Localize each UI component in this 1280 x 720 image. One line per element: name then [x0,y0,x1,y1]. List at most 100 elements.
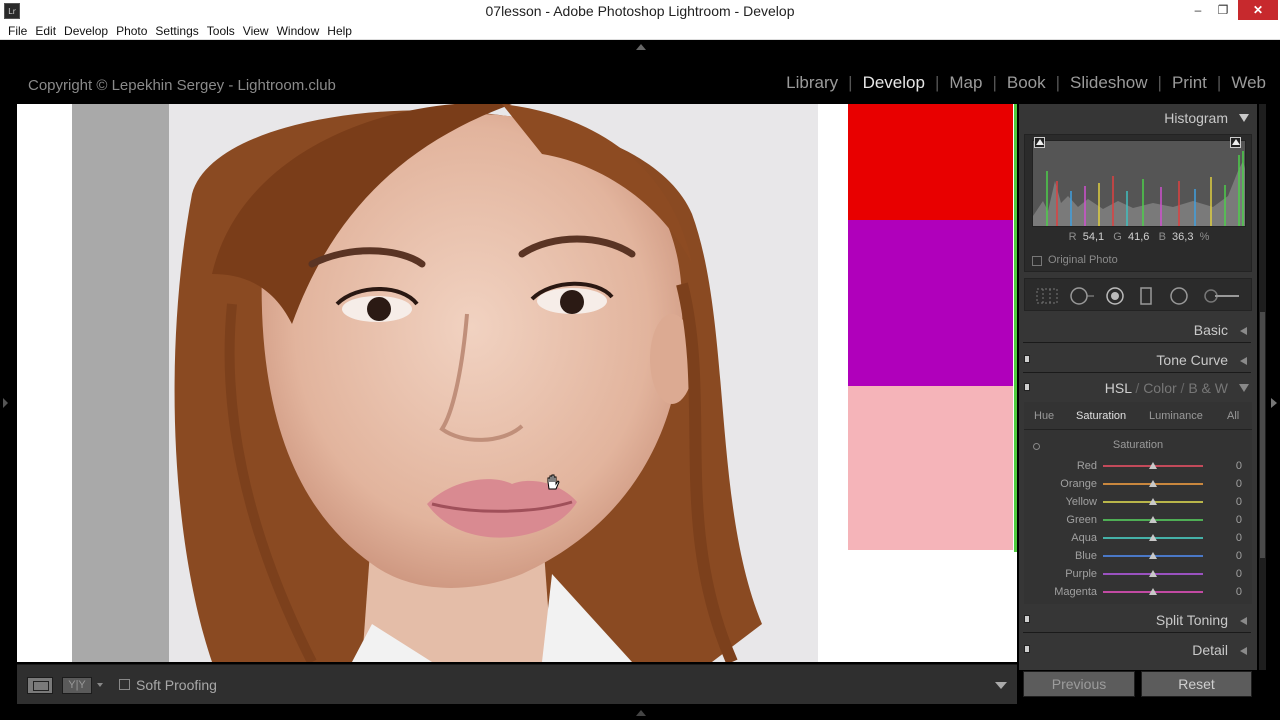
tone-curve-panel-header[interactable]: Tone Curve [1019,346,1257,374]
spot-removal-icon[interactable] [1069,287,1097,305]
module-develop[interactable]: Develop [863,73,925,92]
hsl-tab-label[interactable]: HSL [1105,380,1132,396]
menu-window[interactable]: Window [273,22,324,38]
slider-knob-icon[interactable] [1149,498,1157,505]
module-print[interactable]: Print [1172,73,1207,92]
detail-panel-header[interactable]: Detail [1019,636,1257,664]
module-library[interactable]: Library [786,73,838,92]
slider-knob-icon[interactable] [1149,462,1157,469]
tab-all[interactable]: All [1227,410,1239,422]
right-panel: Histogram R 54,1 G 41,6 B 36,3 % Origina… [1019,104,1257,670]
panel-divider [1023,632,1251,633]
crop-overlay-icon[interactable] [1035,287,1059,305]
reset-button[interactable]: Reset [1141,671,1252,697]
shadow-clipping-icon[interactable] [1034,137,1045,148]
slider-row-aqua: Aqua 0 [1071,532,1242,544]
rgb-readout: R 54,1 G 41,6 B 36,3 % [1068,231,1210,243]
expand-triangle-icon[interactable] [1240,647,1247,655]
toolbar-content-menu-icon[interactable] [995,682,1007,689]
hsl-color-bw-title: HSL / Color / B & W [1104,380,1228,396]
slider-knob-icon[interactable] [1149,552,1157,559]
radial-filter-icon[interactable] [1169,287,1189,305]
bottom-toolbar: Y|Y Soft Proofing [17,664,1017,704]
menu-photo[interactable]: Photo [112,22,151,38]
module-slideshow[interactable]: Slideshow [1070,73,1148,92]
histogram-title: Histogram [1164,110,1228,126]
expand-triangle-icon[interactable] [1240,357,1247,365]
previous-button[interactable]: Previous [1023,671,1135,697]
tone-curve-title: Tone Curve [1156,352,1228,368]
identity-plate: Copyright © Lepekhin Sergey - Lightroom.… [28,77,336,94]
slider-row-purple: Purple 0 [1065,568,1242,580]
module-picker: Library | Develop | Map | Book | Slideshow | Print… [786,73,1266,92]
panel-switch-icon[interactable] [1024,383,1030,391]
hand-cursor-icon [547,474,560,490]
histogram-graph[interactable] [1032,140,1246,227]
adjustment-brush-icon[interactable] [1203,287,1243,305]
hsl-panel-header[interactable]: HSL / Color / B & W [1019,374,1257,402]
slider-row-orange: Orange 0 [1060,478,1242,490]
module-web[interactable]: Web [1231,73,1266,92]
close-button[interactable]: ✕ [1238,0,1278,20]
slider-knob-icon[interactable] [1149,570,1157,577]
pink-swatch [848,386,1013,550]
right-panel-toggle-icon[interactable] [1271,398,1277,408]
module-book[interactable]: Book [1007,73,1046,92]
slider-row-blue: Blue 0 [1074,550,1242,562]
saturation-section: Saturation Red 0 Orange 0 Yellow 0 Green… [1024,430,1252,604]
panel-switch-icon[interactable] [1024,615,1030,623]
loupe-view-button[interactable] [27,677,53,694]
menu-tools[interactable]: Tools [203,22,239,38]
menu-help[interactable]: Help [323,22,356,38]
tab-hue[interactable]: Hue [1034,410,1054,422]
slider-row-green: Green 0 [1066,514,1242,526]
split-toning-title: Split Toning [1155,612,1228,628]
red-value: 54,1 [1082,231,1105,243]
slider-knob-icon[interactable] [1149,516,1157,523]
scrollbar-thumb[interactable] [1260,312,1265,558]
bottom-panel-toggle-icon[interactable] [636,710,646,716]
menu-edit[interactable]: Edit [31,22,60,38]
panel-divider [1023,372,1251,373]
portrait-photo[interactable] [72,104,818,662]
maximize-button[interactable]: ❐ [1209,0,1237,20]
tab-luminance[interactable]: Luminance [1149,410,1203,422]
soft-proofing-checkbox[interactable] [119,679,130,690]
saturation-section-title: Saturation [1112,439,1164,451]
before-after-button[interactable]: Y|Y [62,677,92,694]
slider-row-yellow: Yellow 0 [1065,496,1242,508]
expand-triangle-icon[interactable] [1240,327,1247,335]
tab-saturation[interactable]: Saturation [1076,410,1126,422]
bw-tab-label[interactable]: B & W [1188,380,1228,396]
color-tab-label[interactable]: Color [1143,380,1176,396]
histogram-header[interactable]: Histogram [1019,104,1257,132]
menu-settings[interactable]: Settings [151,22,202,38]
histogram-plot [1033,151,1245,226]
module-map[interactable]: Map [949,73,982,92]
basic-title: Basic [1193,322,1228,338]
panel-switch-icon[interactable] [1024,355,1030,363]
split-toning-panel-header[interactable]: Split Toning [1019,606,1257,634]
top-panel-toggle-icon[interactable] [636,44,646,50]
collapse-triangle-icon[interactable] [1239,384,1249,392]
slider-knob-icon[interactable] [1149,480,1157,487]
graduated-filter-icon[interactable] [1139,287,1153,305]
red-eye-icon[interactable] [1105,287,1125,305]
slider-knob-icon[interactable] [1149,534,1157,541]
menu-file[interactable]: File [4,22,31,38]
slider-knob-icon[interactable] [1149,588,1157,595]
menu-develop[interactable]: Develop [60,22,112,38]
left-panel-toggle-icon[interactable] [3,398,8,408]
highlight-clipping-icon[interactable] [1230,137,1241,148]
panel-switch-icon[interactable] [1024,645,1030,653]
expand-triangle-icon[interactable] [1240,617,1247,625]
before-after-dropdown-icon[interactable] [97,683,103,687]
panel-divider [1023,342,1251,343]
menu-view[interactable]: View [239,22,273,38]
collapse-triangle-icon[interactable] [1239,114,1249,122]
minimize-button[interactable]: – [1184,0,1212,20]
basic-panel-header[interactable]: Basic [1019,316,1257,344]
original-photo-checkbox[interactable] [1032,256,1042,266]
menu-bar: File Edit Develop Photo Settings Tools View Win… [0,22,1280,40]
photo-canvas[interactable] [17,104,1017,662]
